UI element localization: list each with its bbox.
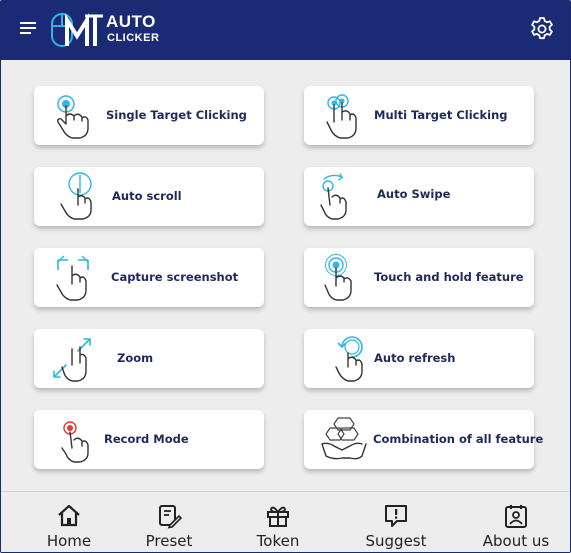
nav-item-home[interactable]: Home [31, 492, 107, 552]
feature-card-touch-hold[interactable]: Touch and hold feature [304, 248, 534, 307]
nav-item-suggest[interactable]: Suggest [358, 492, 434, 552]
feature-card-auto-scroll[interactable]: Auto scroll [34, 167, 264, 226]
nav-item-token[interactable]: Token [240, 492, 316, 552]
preset-icon [159, 505, 182, 529]
gear-icon[interactable] [529, 16, 555, 42]
app-logo: AUTO CLICKER [49, 12, 159, 50]
logo-text-clicker: CLICKER [107, 32, 160, 44]
screenshot-icon [56, 255, 89, 301]
nav-label-suggest: Suggest [365, 532, 427, 550]
nav-item-preset[interactable]: Preset [131, 492, 207, 552]
feature-label: Combination of all feature [373, 432, 544, 446]
multi-tap-icon [326, 94, 357, 139]
feature-label: Zoom [117, 351, 154, 365]
nav-label-preset: Preset [145, 532, 193, 550]
feature-label: Auto scroll [112, 189, 182, 203]
swipe-icon [320, 173, 347, 220]
mouse-logo-icon [51, 13, 103, 47]
touch-hold-icon [324, 254, 352, 301]
bottom-navigation: Home Preset Token Suggest About us [1, 491, 570, 552]
scroll-icon [60, 172, 92, 220]
feature-card-multi-target[interactable]: Multi Target Clicking [304, 86, 534, 145]
feature-label: Capture screenshot [111, 270, 239, 284]
feature-label: Auto Swipe [377, 187, 451, 201]
home-icon [58, 504, 80, 527]
record-icon [61, 421, 89, 463]
nav-item-about[interactable]: About us [473, 492, 559, 552]
gift-icon [267, 506, 289, 527]
feature-card-combination[interactable]: Combination of all feature [304, 410, 543, 469]
logo-text-auto: AUTO [106, 12, 156, 31]
feature-card-record-mode[interactable]: Record Mode [34, 410, 264, 469]
nav-label-about: About us [482, 532, 550, 550]
nav-label-home: Home [46, 532, 92, 550]
feature-card-single-target[interactable]: Single Target Clicking [34, 86, 264, 145]
app-frame: AUTO CLICKER Single Target Clicking Mult… [0, 0, 571, 553]
feature-card-auto-refresh[interactable]: Auto refresh [304, 329, 534, 388]
feature-label: Auto refresh [374, 351, 456, 365]
zoom-icon [53, 338, 91, 382]
single-tap-icon [57, 95, 89, 139]
top-app-bar: AUTO CLICKER [1, 1, 570, 60]
about-icon [505, 505, 527, 528]
feature-card-auto-swipe[interactable]: Auto Swipe [304, 167, 534, 226]
suggest-icon [385, 505, 407, 527]
feature-label: Record Mode [104, 432, 189, 446]
combination-icon [321, 417, 367, 460]
feature-card-capture-screenshot[interactable]: Capture screenshot [34, 248, 264, 307]
feature-label: Touch and hold feature [374, 270, 524, 284]
hamburger-menu-icon[interactable] [18, 18, 40, 40]
nav-label-token: Token [256, 532, 300, 550]
feature-label: Multi Target Clicking [374, 108, 508, 122]
feature-card-zoom[interactable]: Zoom [34, 329, 264, 388]
feature-label: Single Target Clicking [106, 108, 247, 122]
